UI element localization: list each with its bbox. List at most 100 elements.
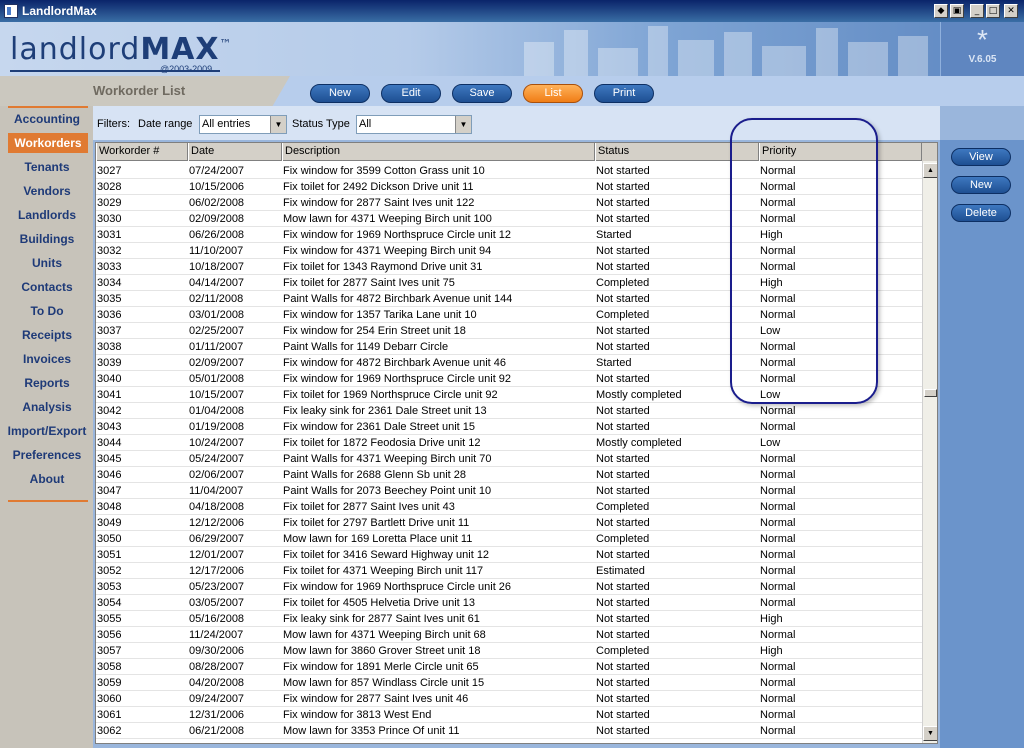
column-header-description[interactable]: Description bbox=[282, 143, 595, 161]
sidebar-item-units[interactable]: Units bbox=[4, 253, 90, 273]
table-row[interactable]: 3036 03/01/2008 Fix window for 1357 Tarika… bbox=[96, 307, 922, 323]
table-row[interactable]: 3037 02/25/2007 Fix window for 254 Erin St… bbox=[96, 323, 922, 339]
sidebar-item-analysis[interactable]: Analysis bbox=[4, 397, 90, 417]
scroll-up-icon[interactable]: ▲ bbox=[923, 163, 937, 178]
window-minimize-icon[interactable]: _ bbox=[970, 4, 984, 18]
new-button[interactable]: New bbox=[310, 84, 370, 103]
date-cell: 01/11/2007 bbox=[189, 341, 244, 353]
workorder-number-cell: 3028 bbox=[97, 181, 122, 193]
table-row[interactable]: 3032 11/10/2007 Fix window for 4371 Weepin… bbox=[96, 243, 922, 259]
table-row[interactable]: 3043 01/19/2008 Fix window for 2361 Dale S… bbox=[96, 419, 922, 435]
chevron-down-icon[interactable]: ▼ bbox=[455, 116, 471, 133]
status-cell: Not started bbox=[596, 405, 650, 417]
table-row[interactable]: 3053 05/23/2007 Fix window for 1969 Norths… bbox=[96, 579, 922, 595]
sidebar-item-vendors[interactable]: Vendors bbox=[4, 181, 90, 201]
table-row[interactable]: 3028 10/15/2006 Fix toilet for 2492 Dickso… bbox=[96, 179, 922, 195]
city-skyline-graphic bbox=[514, 22, 934, 76]
table-row[interactable]: 3030 02/09/2008 Mow lawn for 4371 Weeping … bbox=[96, 211, 922, 227]
table-row[interactable]: 3061 12/31/2006 Fix window for 3813 West E… bbox=[96, 707, 922, 723]
table-row[interactable]: 3057 09/30/2006 Mow lawn for 3860 Grover S… bbox=[96, 643, 922, 659]
column-header-workorder[interactable]: Workorder # bbox=[96, 143, 188, 161]
scroll-down-icon[interactable]: ▼ bbox=[923, 726, 937, 741]
workorder-number-cell: 3044 bbox=[97, 437, 122, 449]
table-row[interactable]: 3058 08/28/2007 Fix window for 1891 Merle … bbox=[96, 659, 922, 675]
table-row[interactable]: 3042 01/04/2008 Fix leaky sink for 2361 Da… bbox=[96, 403, 922, 419]
table-row[interactable]: 3041 10/15/2007 Fix toilet for 1969 Norths… bbox=[96, 387, 922, 403]
print-button[interactable]: Print bbox=[594, 84, 654, 103]
column-header-status[interactable]: Status bbox=[595, 143, 759, 161]
table-row[interactable]: 3051 12/01/2007 Fix toilet for 3416 Seward… bbox=[96, 547, 922, 563]
sidebar-item-workorders[interactable]: Workorders bbox=[8, 133, 88, 153]
table-row[interactable]: 3054 03/05/2007 Fix toilet for 4505 Helvet… bbox=[96, 595, 922, 611]
status-type-label: Status Type bbox=[292, 118, 350, 130]
table-row[interactable]: 3062 06/21/2008 Mow lawn for 3353 Prince O… bbox=[96, 723, 922, 739]
list-button[interactable]: List bbox=[523, 84, 583, 103]
save-button[interactable]: Save bbox=[452, 84, 512, 103]
workorder-table[interactable]: Workorder # Date Description Status Prio… bbox=[95, 142, 938, 744]
scroll-thumb[interactable] bbox=[924, 389, 937, 397]
side-new-button[interactable]: New bbox=[951, 176, 1011, 194]
table-row[interactable]: 3056 11/24/2007 Mow lawn for 4371 Weeping … bbox=[96, 627, 922, 643]
sidebar-item-contacts[interactable]: Contacts bbox=[4, 277, 90, 297]
sidebar-item-reports[interactable]: Reports bbox=[4, 373, 90, 393]
table-row[interactable]: 3035 02/11/2008 Paint Walls for 4872 Birch… bbox=[96, 291, 922, 307]
table-row[interactable]: 3027 07/24/2007 Fix window for 3599 Cotton… bbox=[96, 163, 922, 179]
sidebar-item-accounting[interactable]: Accounting bbox=[4, 109, 90, 129]
table-row[interactable]: 3033 10/18/2007 Fix toilet for 1343 Raymon… bbox=[96, 259, 922, 275]
table-row[interactable]: 3031 06/26/2008 Fix window for 1969 Norths… bbox=[96, 227, 922, 243]
sidebar-item-todo[interactable]: To Do bbox=[4, 301, 90, 321]
status-cell: Not started bbox=[596, 453, 650, 465]
table-row[interactable]: 3034 04/14/2007 Fix toilet for 2877 Saint … bbox=[96, 275, 922, 291]
window-maximize-icon[interactable]: □ bbox=[986, 4, 1000, 18]
table-row[interactable]: 3052 12/17/2006 Fix toilet for 4371 Weepin… bbox=[96, 563, 922, 579]
table-row[interactable]: 3046 02/06/2007 Paint Walls for 2688 Glenn… bbox=[96, 467, 922, 483]
table-row[interactable]: 3040 05/01/2008 Fix window for 1969 Norths… bbox=[96, 371, 922, 387]
table-row[interactable]: 3039 02/09/2007 Fix window for 4872 Birchb… bbox=[96, 355, 922, 371]
column-header-date[interactable]: Date bbox=[188, 143, 282, 161]
sidebar-item-tenants[interactable]: Tenants bbox=[4, 157, 90, 177]
sidebar-item-buildings[interactable]: Buildings bbox=[4, 229, 90, 249]
workorder-number-cell: 3036 bbox=[97, 309, 122, 321]
status-cell: Mostly completed bbox=[596, 389, 682, 401]
window-titlebar[interactable]: LandlordMax ◆ ▣ _ □ ✕ bbox=[0, 0, 1024, 22]
workorder-number-cell: 3031 bbox=[97, 229, 122, 241]
date-cell: 03/05/2007 bbox=[189, 597, 245, 609]
table-row[interactable]: 3049 12/12/2006 Fix toilet for 2797 Bartle… bbox=[96, 515, 922, 531]
table-row[interactable]: 3048 04/18/2008 Fix toilet for 2877 Saint … bbox=[96, 499, 922, 515]
table-row[interactable]: 3059 04/20/2008 Mow lawn for 857 Windlass … bbox=[96, 675, 922, 691]
sidebar-item-invoices[interactable]: Invoices bbox=[4, 349, 90, 369]
table-row[interactable]: 3045 05/24/2007 Paint Walls for 4371 Weepi… bbox=[96, 451, 922, 467]
status-cell: Mostly completed bbox=[596, 437, 682, 449]
workorder-number-cell: 3037 bbox=[97, 325, 122, 337]
workorder-number-cell: 3032 bbox=[97, 245, 122, 257]
table-row[interactable]: 3038 01/11/2007 Paint Walls for 1149 Debar… bbox=[96, 339, 922, 355]
date-range-select[interactable]: All entries ▼ bbox=[199, 115, 287, 134]
workorder-number-cell: 3055 bbox=[97, 613, 122, 625]
chevron-down-icon[interactable]: ▼ bbox=[270, 116, 286, 133]
table-row[interactable]: 3055 05/16/2008 Fix leaky sink for 2877 Sa… bbox=[96, 611, 922, 627]
status-type-select[interactable]: All ▼ bbox=[356, 115, 472, 134]
window-close-icon[interactable]: ✕ bbox=[1004, 4, 1018, 18]
sidebar-item-preferences[interactable]: Preferences bbox=[4, 445, 90, 465]
date-cell: 04/14/2007 bbox=[189, 277, 245, 289]
sidebar-item-about[interactable]: About bbox=[4, 469, 90, 489]
sidebar-item-receipts[interactable]: Receipts bbox=[4, 325, 90, 345]
column-header-priority[interactable]: Priority bbox=[759, 143, 922, 161]
table-row[interactable]: 3047 11/04/2007 Paint Walls for 2073 Beech… bbox=[96, 483, 922, 499]
table-row[interactable]: 3044 10/24/2007 Fix toilet for 1872 Feodos… bbox=[96, 435, 922, 451]
date-cell: 06/26/2008 bbox=[189, 229, 245, 241]
edit-button[interactable]: Edit bbox=[381, 84, 441, 103]
view-button[interactable]: View bbox=[951, 148, 1011, 166]
window-restore-icon[interactable]: ▣ bbox=[950, 4, 964, 18]
priority-cell: Normal bbox=[760, 709, 796, 721]
table-row[interactable]: 3060 09/24/2007 Fix window for 2877 Saint … bbox=[96, 691, 922, 707]
status-cell: Not started bbox=[596, 245, 650, 257]
sidebar-item-import-export[interactable]: Import/Export bbox=[4, 421, 90, 441]
window-extra-icon[interactable]: ◆ bbox=[934, 4, 948, 18]
table-row[interactable]: 3050 06/29/2007 Mow lawn for 169 Loretta P… bbox=[96, 531, 922, 547]
delete-button[interactable]: Delete bbox=[951, 204, 1011, 222]
vertical-scrollbar[interactable]: ▲ ▼ bbox=[922, 161, 937, 743]
description-cell: Fix toilet for 1343 Raymond Drive unit 3… bbox=[283, 261, 483, 273]
sidebar-item-landlords[interactable]: Landlords bbox=[4, 205, 90, 225]
table-row[interactable]: 3029 06/02/2008 Fix window for 2877 Saint … bbox=[96, 195, 922, 211]
